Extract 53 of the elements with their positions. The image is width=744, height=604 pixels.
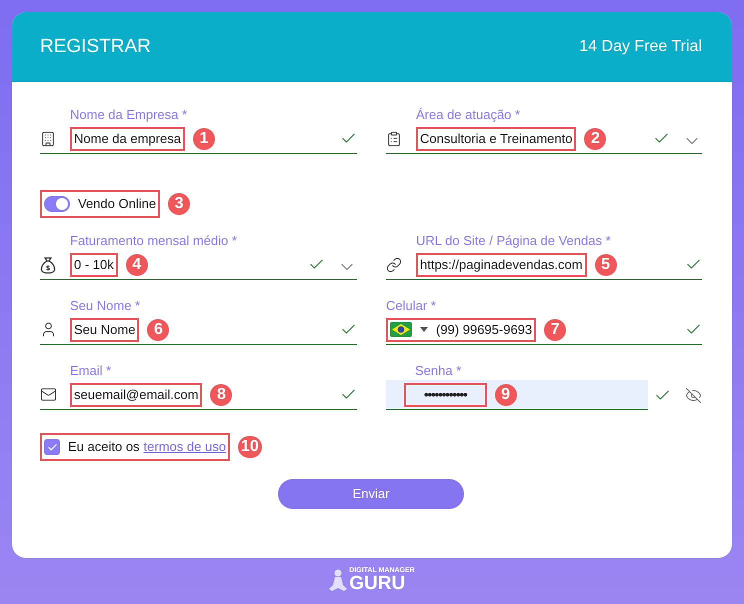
- field-label: Email *: [69, 362, 112, 380]
- callout-badge: 7: [544, 318, 566, 340]
- meditating-figure-icon: [329, 569, 348, 593]
- field-value: https://paginadevendas.com: [420, 256, 583, 274]
- input-field[interactable]: 0 - 10k 4: [40, 250, 357, 280]
- trial-label: 14 Day Free Trial: [579, 37, 702, 57]
- input-field[interactable]: Nome da empresa 1: [40, 124, 357, 154]
- input-field[interactable]: Seu Nome 6: [40, 315, 357, 345]
- field-value: Consultoria e Treinamento: [420, 130, 572, 148]
- form-title: REGISTRAR: [40, 34, 151, 59]
- callout-badge: 3: [168, 193, 190, 215]
- hidden-eye-icon[interactable]: [685, 386, 702, 404]
- submit-button[interactable]: Enviar: [278, 479, 464, 509]
- input-field[interactable]: seuemail@email.com 8: [40, 380, 357, 410]
- field-label: Celular *: [386, 297, 437, 315]
- terms-link[interactable]: termos de uso: [144, 437, 226, 457]
- logo-wordmark: GURU: [349, 574, 406, 593]
- callout-badge: 2: [584, 128, 606, 150]
- input-field[interactable]: (99) 99695-9693 7: [386, 315, 702, 345]
- field-value: Nome da empresa: [74, 130, 181, 148]
- terms-text: Eu aceito os: [68, 438, 140, 456]
- callout-badge: 10: [238, 436, 262, 458]
- money-bag-icon: [40, 256, 56, 274]
- field-label: Seu Nome *: [69, 297, 142, 315]
- clipboard-icon: [386, 130, 402, 146]
- field-value: ••••••••••••: [423, 386, 468, 404]
- field-value: seuemail@email.com: [74, 386, 198, 404]
- toggle-label: Vendo Online: [78, 195, 156, 214]
- input-field[interactable]: Consultoria e Treinamento 2: [386, 124, 702, 154]
- field-label: Senha *: [414, 362, 462, 380]
- callout-badge: 4: [126, 254, 148, 276]
- field-value: 0 - 10k: [74, 256, 114, 274]
- link-icon: [386, 256, 402, 272]
- building-icon: [40, 130, 56, 146]
- field-value: (99) 99695-9693: [436, 320, 532, 339]
- callout-badge: 9: [494, 384, 517, 406]
- input-field[interactable]: https://paginadevendas.com 5: [386, 250, 702, 280]
- callout-badge: 8: [210, 384, 232, 406]
- caret-icon[interactable]: [420, 327, 428, 332]
- field-label: Faturamento mensal médio *: [69, 232, 238, 250]
- toggle-switch[interactable]: [44, 196, 70, 212]
- user-icon: [40, 321, 57, 338]
- callout-badge: 1: [192, 128, 215, 150]
- brazil-flag-icon: [390, 322, 412, 337]
- checkmark-icon: [46, 442, 58, 452]
- field-label: Nome da Empresa *: [69, 106, 188, 124]
- callout-badge: 6: [147, 318, 170, 340]
- field-label: Área de atuação *: [415, 106, 522, 124]
- mail-icon: [40, 386, 57, 403]
- checkbox[interactable]: [44, 439, 60, 455]
- field-value: Seu Nome: [74, 320, 136, 339]
- field-label: URL do Site / Página de Vendas *: [415, 232, 612, 250]
- callout-badge: 5: [594, 254, 617, 276]
